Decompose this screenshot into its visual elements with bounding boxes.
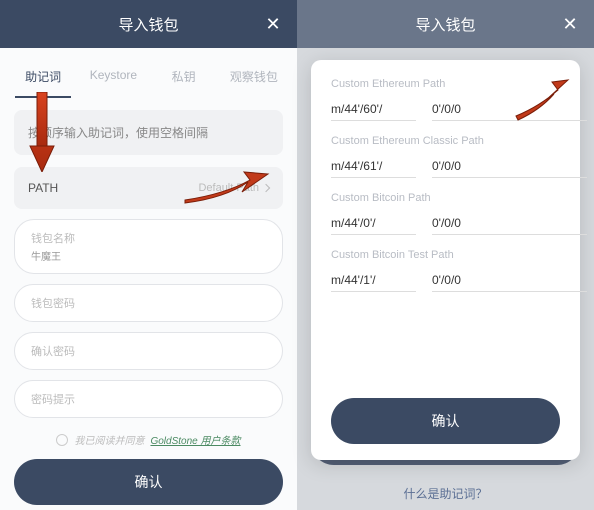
password-hint-field[interactable]: 密码提示: [14, 380, 283, 418]
close-icon[interactable]: ✕: [558, 12, 582, 36]
close-icon[interactable]: ✕: [261, 12, 285, 36]
path-row[interactable]: PATH Default Path: [14, 167, 283, 209]
path-prefix-input[interactable]: [331, 212, 416, 235]
terms-row[interactable]: 我已阅读并同意 GoldStone 用户条款: [14, 432, 283, 447]
tab-watch[interactable]: 观察钱包: [219, 56, 289, 97]
path-group-etc: Custom Ethereum Classic Path: [331, 135, 560, 178]
header: 导入钱包 ✕: [297, 0, 594, 48]
path-group-ethereum: Custom Ethereum Path: [331, 78, 560, 121]
header-title: 导入钱包: [118, 14, 178, 35]
content: 按顺序输入助记词，使用空格间隔 PATH Default Path 钱包名称 牛…: [0, 98, 297, 510]
path-suffix-input[interactable]: [432, 269, 587, 292]
tab-mnemonic[interactable]: 助记词: [8, 56, 78, 97]
path-group-bitcoin-test: Custom Bitcoin Test Path: [331, 249, 560, 292]
path-suffix-input[interactable]: [432, 212, 587, 235]
wallet-name-field[interactable]: 钱包名称 牛魔王: [14, 219, 283, 274]
confirm-button[interactable]: 确认: [14, 459, 283, 505]
tab-privatekey[interactable]: 私钥: [149, 56, 219, 97]
footer-link[interactable]: 什么是助记词？: [297, 485, 594, 502]
header-title: 导入钱包: [415, 14, 475, 35]
tab-keystore[interactable]: Keystore: [78, 56, 148, 97]
path-suffix-input[interactable]: [432, 155, 587, 178]
header: 导入钱包 ✕: [0, 0, 297, 48]
path-label: PATH: [28, 181, 58, 195]
left-panel: 导入钱包 ✕ 助记词 Keystore 私钥 观察钱包 按顺序输入助记词，使用空…: [0, 0, 297, 510]
path-modal: Custom Ethereum Path Custom Ethereum Cla…: [311, 60, 580, 460]
right-panel: 导入钱包 ✕ 助记词 Keystore 私钥 观察钱包 确认 什么是助记词？ C…: [297, 0, 594, 510]
path-suffix-input[interactable]: [432, 98, 587, 121]
radio-icon[interactable]: [56, 434, 68, 446]
terms-link[interactable]: GoldStone 用户条款: [150, 432, 240, 447]
path-prefix-input[interactable]: [331, 98, 416, 121]
confirm-button[interactable]: 确认: [331, 398, 560, 444]
path-value: Default Path: [198, 182, 269, 194]
path-group-bitcoin: Custom Bitcoin Path: [331, 192, 560, 235]
mnemonic-input[interactable]: 按顺序输入助记词，使用空格间隔: [14, 110, 283, 155]
repeat-password-field[interactable]: 确认密码: [14, 332, 283, 370]
tabs: 助记词 Keystore 私钥 观察钱包: [0, 56, 297, 98]
footer-link[interactable]: 什么是助记词？: [14, 505, 283, 510]
path-prefix-input[interactable]: [331, 269, 416, 292]
wallet-password-field[interactable]: 钱包密码: [14, 284, 283, 322]
path-prefix-input[interactable]: [331, 155, 416, 178]
chevron-right-icon: [262, 184, 270, 192]
